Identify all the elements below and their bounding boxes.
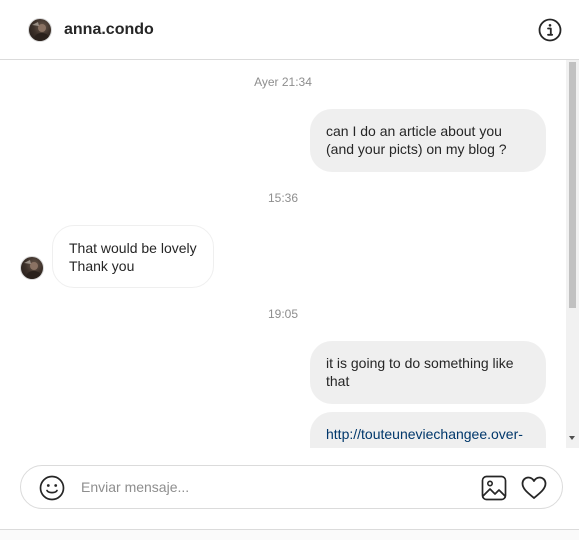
heart-icon[interactable] (521, 475, 547, 501)
scrollbar-thumb[interactable] (569, 62, 576, 308)
message-link[interactable]: http://touteuneviechangee.over- (326, 426, 523, 442)
outgoing-link-message[interactable]: http://touteuneviechangee.over- (310, 412, 546, 448)
message-thread[interactable]: Ayer 21:34 can I do an article about you… (0, 60, 566, 448)
outgoing-message[interactable]: can I do an article about you (and your … (310, 109, 546, 172)
thread-scrollbar[interactable] (566, 60, 579, 448)
conversation-username[interactable]: anna.condo (64, 20, 154, 40)
message-line: (and your picts) on my blog ? (326, 141, 507, 157)
incoming-message[interactable]: That would be lovely Thank you (52, 225, 214, 288)
message-line: can I do an article about you (326, 123, 502, 139)
image-icon[interactable] (481, 475, 507, 501)
message-line: that (326, 373, 350, 389)
conversation-header: anna.condo (0, 0, 579, 60)
message-composer (20, 465, 563, 509)
message-line: Thank you (69, 258, 135, 274)
smiley-icon[interactable] (39, 475, 65, 501)
user-avatar[interactable] (28, 18, 52, 42)
message-line: That would be lovely (69, 240, 197, 256)
sender-avatar[interactable] (20, 256, 44, 280)
info-icon[interactable] (538, 18, 562, 42)
message-input[interactable] (81, 477, 461, 497)
outgoing-message[interactable]: it is going to do something like that (310, 341, 546, 404)
message-timestamp: 19:05 (267, 307, 299, 321)
message-line: it is going to do something like (326, 355, 514, 371)
message-timestamp: 15:36 (267, 191, 299, 205)
scroll-down-arrow-icon[interactable] (569, 436, 575, 440)
footer-strip (0, 530, 579, 540)
message-timestamp: Ayer 21:34 (254, 75, 312, 89)
